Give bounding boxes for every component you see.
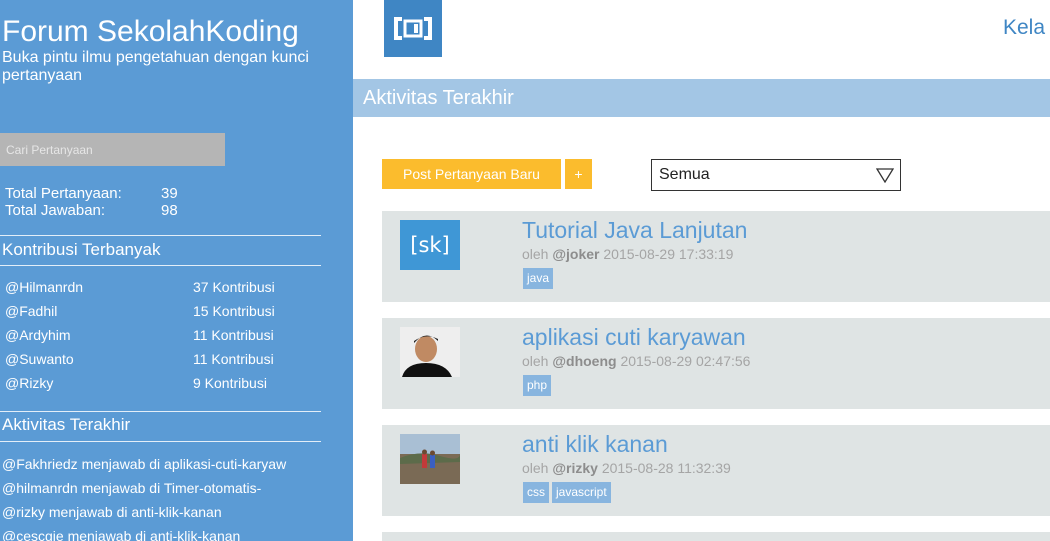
question-card[interactable]: aplikasi cuti karyawan oleh @dhoeng 2015… xyxy=(382,318,1050,409)
tag-list: css javascript xyxy=(523,482,614,503)
tag[interactable]: php xyxy=(523,375,552,396)
question-meta: oleh @rizky 2015-08-28 11:32:39 xyxy=(522,460,731,476)
contributor-count: 9 Kontribusi xyxy=(193,375,267,391)
divider xyxy=(0,441,321,442)
site-title[interactable]: Forum SekolahKoding xyxy=(2,14,299,50)
question-author[interactable]: @joker xyxy=(552,246,599,262)
meta-by: oleh xyxy=(522,460,549,476)
site-logo[interactable] xyxy=(384,0,442,57)
contributor-count: 37 Kontribusi xyxy=(193,279,275,295)
contributor-row: @Suwanto 11 Kontribusi xyxy=(5,350,325,368)
contributor-name[interactable]: @Hilmanrdn xyxy=(5,278,193,296)
avatar xyxy=(400,327,460,377)
question-title[interactable]: anti klik kanan xyxy=(522,431,668,458)
tag-list: php xyxy=(523,375,554,396)
activity-item[interactable]: @Fakhriedz menjawab di aplikasi-cuti-kar… xyxy=(2,455,352,473)
stat-value: 39 xyxy=(161,185,178,202)
bracket-logo-icon xyxy=(394,17,432,40)
question-author[interactable]: @rizky xyxy=(552,460,598,476)
contributor-row: @Hilmanrdn 37 Kontribusi xyxy=(5,278,325,296)
contributor-name[interactable]: @Fadhil xyxy=(5,302,193,320)
tag-list: java xyxy=(523,268,556,289)
contributor-count: 11 Kontribusi xyxy=(193,351,274,367)
triangle-down-icon xyxy=(876,168,894,183)
stat-label: Total Pertanyaan: xyxy=(5,185,122,202)
contributor-count: 11 Kontribusi xyxy=(193,327,274,343)
section-header-bar: Aktivitas Terakhir xyxy=(353,79,1050,117)
tag[interactable]: java xyxy=(523,268,554,289)
activity-item[interactable]: @cescgie menjawab di anti-klik-kanan xyxy=(2,527,352,541)
question-title[interactable]: aplikasi cuti karyawan xyxy=(522,324,746,351)
filter-selected-value: Semua xyxy=(659,166,710,183)
contributor-name[interactable]: @Ardyhim xyxy=(5,326,193,344)
sk-logo-icon: [sk] xyxy=(410,233,450,257)
main-content: Kela Aktivitas Terakhir Post Pertanyaan … xyxy=(353,0,1050,541)
stat-label: Total Jawaban: xyxy=(5,202,106,219)
question-meta: oleh @joker 2015-08-29 17:33:19 xyxy=(522,246,733,262)
contributor-count: 15 Kontribusi xyxy=(193,303,275,319)
activity-item[interactable]: @hilmanrdn menjawab di Timer-otomatis- xyxy=(2,479,352,497)
avatar: [sk] xyxy=(400,220,460,270)
contrib-section-title: Kontribusi Terbanyak xyxy=(2,240,161,259)
site-tagline: Buka pintu ilmu pengetahuan dengan kunci… xyxy=(2,49,309,84)
divider xyxy=(0,265,321,266)
post-question-button[interactable]: Post Pertanyaan Baru xyxy=(382,159,561,189)
question-date: 2015-08-28 11:32:39 xyxy=(601,460,731,476)
landscape-photo-icon xyxy=(400,434,460,484)
activity-item[interactable]: @rizky menjawab di anti-klik-kanan xyxy=(2,503,352,521)
filter-select[interactable]: Semua xyxy=(651,159,901,191)
contributor-name[interactable]: @Suwanto xyxy=(5,350,193,368)
contributor-row: @Fadhil 15 Kontribusi xyxy=(5,302,325,320)
question-card[interactable]: [sk] Tutorial Java Lanjutan oleh @joker … xyxy=(382,211,1050,302)
question-title[interactable]: Tutorial Java Lanjutan xyxy=(522,217,747,244)
search-input[interactable] xyxy=(0,133,225,166)
tag[interactable]: javascript xyxy=(552,482,611,503)
sidebar: Forum SekolahKoding Buka pintu ilmu peng… xyxy=(0,0,353,541)
contributor-row: @Ardyhim 11 Kontribusi xyxy=(5,326,325,344)
avatar xyxy=(400,434,460,484)
activity-section-title: Aktivitas Terakhir xyxy=(2,415,131,434)
section-title: Aktivitas Terakhir xyxy=(363,87,514,109)
nav-link-kelas[interactable]: Kela xyxy=(1003,16,1045,40)
meta-by: oleh xyxy=(522,246,549,262)
contributor-row: @Rizky 9 Kontribusi xyxy=(5,374,325,392)
meta-by: oleh xyxy=(522,353,549,369)
add-button[interactable]: + xyxy=(565,159,592,189)
stat-value: 98 xyxy=(161,202,178,219)
divider xyxy=(0,235,321,236)
divider xyxy=(0,411,321,412)
tag[interactable]: css xyxy=(523,482,549,503)
stat-total-questions: Total Pertanyaan: 39 xyxy=(5,185,178,202)
stat-total-answers: Total Jawaban: 98 xyxy=(5,202,178,219)
question-card[interactable] xyxy=(382,532,1050,541)
avatar-photo-icon xyxy=(400,327,460,377)
contributor-name[interactable]: @Rizky xyxy=(5,374,193,392)
question-date: 2015-08-29 02:47:56 xyxy=(620,353,751,369)
question-card[interactable]: anti klik kanan oleh @rizky 2015-08-28 1… xyxy=(382,425,1050,516)
question-date: 2015-08-29 17:33:19 xyxy=(603,246,734,262)
question-author[interactable]: @dhoeng xyxy=(552,353,616,369)
question-meta: oleh @dhoeng 2015-08-29 02:47:56 xyxy=(522,353,750,369)
